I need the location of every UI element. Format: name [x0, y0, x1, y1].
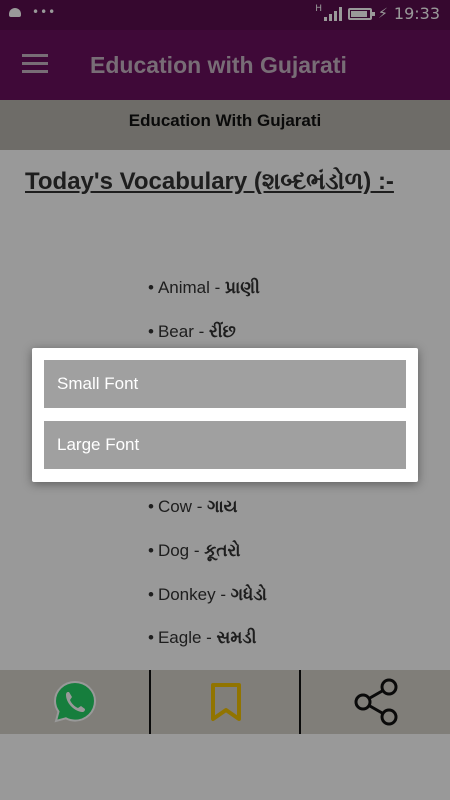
large-font-option[interactable]: Large Font — [44, 421, 406, 469]
font-size-dialog: Small Font Large Font — [32, 348, 418, 482]
small-font-option[interactable]: Small Font — [44, 360, 406, 408]
